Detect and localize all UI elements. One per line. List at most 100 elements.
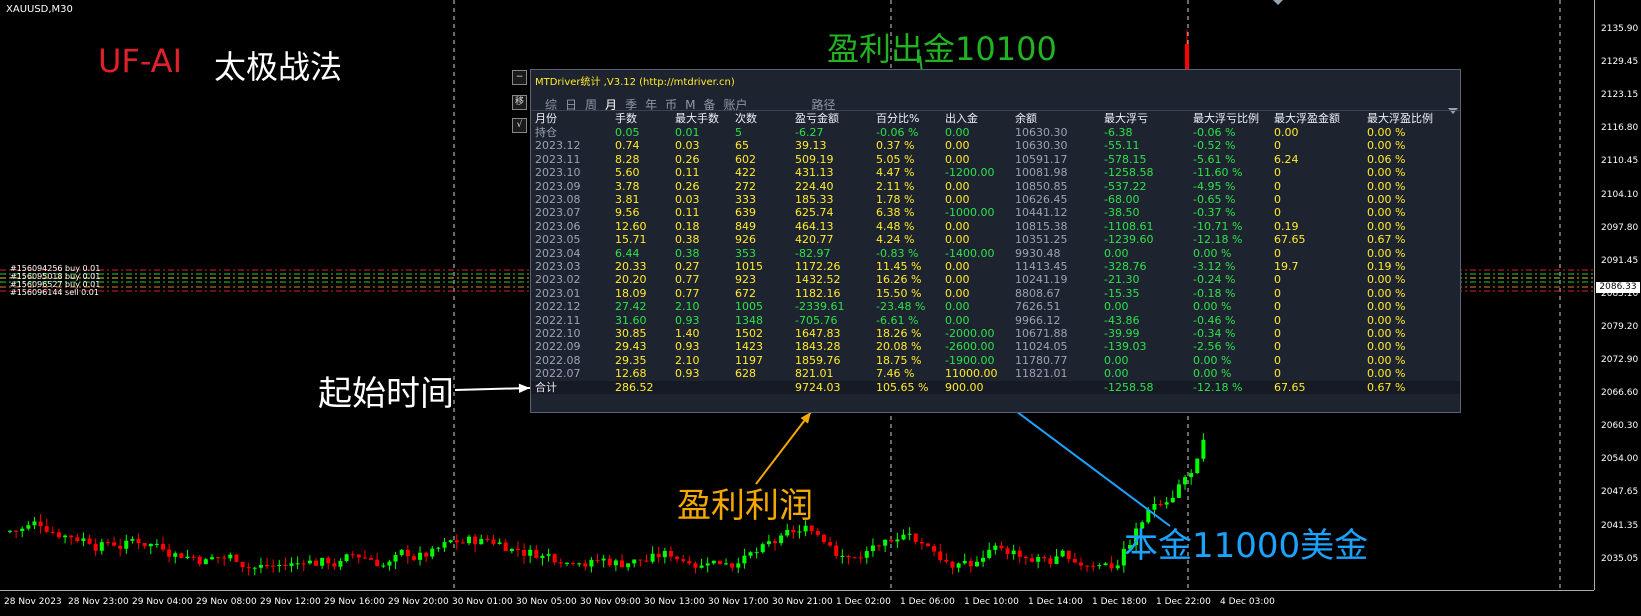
table-cell: 0.18	[675, 219, 700, 233]
check-button[interactable]: √	[512, 118, 527, 133]
candle-body	[56, 532, 61, 538]
price-tick-label: 2116.80	[1601, 123, 1639, 134]
candle-body	[974, 561, 979, 567]
table-cell: 次数	[735, 112, 757, 125]
time-tick-label: 29 Nov 04:00	[132, 597, 193, 607]
candle-body	[350, 554, 355, 556]
table-cell: 0	[1274, 193, 1281, 206]
table-cell: 422	[735, 166, 756, 180]
table-cell: 2.10	[675, 353, 700, 367]
candle-body	[1183, 477, 1188, 485]
table-cell: 最大浮亏	[1104, 112, 1148, 125]
candle-body	[1158, 504, 1163, 506]
candle-body	[32, 521, 37, 526]
candle-body	[399, 549, 404, 555]
move-button[interactable]: 移	[512, 95, 527, 110]
candle-body	[338, 561, 343, 567]
candle-body	[173, 553, 178, 557]
table-cell: 286.52	[615, 380, 654, 394]
time-tick-label: 1 Dec 06:00	[900, 597, 955, 607]
table-cell: 2023.09	[535, 179, 581, 193]
table-cell: 10351.25	[1015, 233, 1068, 247]
table-cell: 1182.16	[795, 286, 841, 300]
table-cell: -139.03	[1104, 340, 1147, 354]
table-cell: 1647.83	[795, 327, 841, 340]
table-cell: 353	[735, 246, 756, 260]
candle-body	[528, 549, 533, 556]
table-cell: 3.78	[615, 179, 640, 193]
candle-body	[154, 543, 159, 545]
candle-body	[38, 521, 43, 527]
candle-body	[491, 539, 496, 544]
candle-body	[919, 542, 924, 544]
candle-body	[968, 560, 973, 567]
table-cell: 持仓	[535, 126, 557, 139]
table-cell: 1859.76	[795, 353, 841, 367]
table-cell: 6.24	[1274, 152, 1299, 166]
price-tick-label: 2104.10	[1601, 189, 1639, 200]
table-cell: -5.61 %	[1193, 152, 1236, 166]
table-cell: 出入金	[945, 112, 978, 125]
candle-body	[730, 563, 735, 568]
table-cell: 19.7	[1274, 260, 1299, 273]
table-cell: 0.00 %	[1367, 367, 1406, 381]
table-cell: -1200.00	[945, 166, 995, 180]
candle-body	[981, 557, 986, 562]
table-cell: 0.11	[675, 206, 700, 220]
candle-body	[644, 560, 649, 562]
table-cell: -0.18 %	[1193, 286, 1236, 300]
time-tick-label: 30 Nov 13:00	[644, 597, 705, 607]
table-cell: 8.28	[615, 152, 640, 166]
candle-body	[1011, 550, 1016, 555]
table-cell: -15.35	[1104, 286, 1140, 300]
candle-body	[234, 554, 239, 562]
candle-body	[424, 552, 429, 557]
table-cell: -0.24 %	[1193, 273, 1236, 287]
table-row: 2023.11 8.28 0.26 602 509.19 5.05 % 0.00 10591.…	[531, 153, 1460, 167]
table-cell: 7626.51	[1015, 300, 1061, 314]
time-tick-label: 30 Nov 09:00	[580, 597, 641, 607]
table-cell: 10630.30	[1015, 139, 1068, 153]
table-cell: 15.50 %	[876, 286, 922, 300]
table-cell: 0.00 %	[1367, 246, 1406, 260]
candle-body	[203, 559, 208, 565]
table-cell: 10626.45	[1015, 193, 1068, 206]
candle-body	[993, 545, 998, 550]
candle-body	[736, 563, 741, 568]
candle-body	[314, 560, 318, 566]
table-cell: 5.60	[615, 166, 640, 180]
candle-body	[858, 557, 863, 559]
candle-body	[1054, 556, 1059, 564]
candle-body	[1023, 556, 1028, 559]
candle-body	[1201, 439, 1206, 459]
candle-body	[895, 539, 900, 542]
candle-body	[1152, 504, 1157, 510]
table-cell: 10815.38	[1015, 219, 1068, 233]
table-cell: 0	[1274, 139, 1281, 153]
table-cell: 602	[735, 152, 756, 166]
minimize-button[interactable]: −	[512, 70, 527, 85]
table-cell: 合计	[535, 380, 557, 394]
profit-annotation: 盈利利润	[677, 486, 813, 526]
table-cell: 11024.05	[1015, 340, 1068, 354]
candle-body	[1195, 458, 1200, 474]
candle-body	[1060, 550, 1065, 557]
table-cell: 0.01	[675, 126, 700, 139]
candle-body	[552, 554, 557, 563]
table-cell: 0.00 %	[1367, 327, 1406, 340]
price-tick-label: 2054.00	[1601, 454, 1639, 465]
candle-body	[289, 563, 294, 566]
table-cell: 11413.45	[1015, 260, 1068, 273]
table-cell: 0.67 %	[1367, 380, 1406, 394]
table-cell: -537.22	[1104, 179, 1147, 193]
candle-body	[638, 559, 643, 561]
table-cell: 2023.06	[535, 219, 581, 233]
table-cell: 0.26	[675, 152, 700, 166]
table-cell: 10591.17	[1015, 152, 1068, 166]
candle-body	[950, 561, 955, 568]
candle-body	[852, 557, 857, 559]
table-cell: 0.00	[945, 273, 970, 287]
table-cell: 月份	[535, 112, 557, 125]
table-cell: -12.18 %	[1193, 233, 1243, 247]
table-cell: 431.13	[795, 166, 834, 180]
